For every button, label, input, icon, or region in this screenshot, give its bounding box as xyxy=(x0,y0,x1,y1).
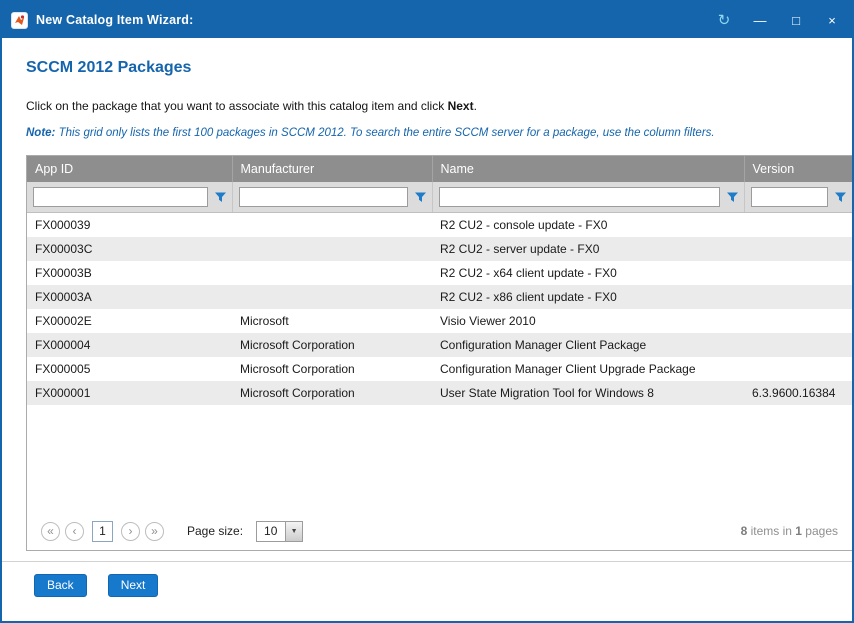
cell-manufacturer xyxy=(232,213,432,237)
table-row[interactable]: FX000004 Microsoft Corporation Configura… xyxy=(27,333,852,357)
table-row[interactable]: FX000039 R2 CU2 - console update - FX0 xyxy=(27,213,852,237)
instruction-suffix: . xyxy=(474,99,477,113)
cell-version xyxy=(744,261,852,285)
filter-funnel-icon[interactable] xyxy=(726,191,739,204)
pager-first-button[interactable]: « xyxy=(41,522,60,541)
cell-version xyxy=(744,213,852,237)
page-size-value: 10 xyxy=(257,522,285,541)
next-button[interactable]: Next xyxy=(108,574,159,597)
table-row[interactable]: FX00003B R2 CU2 - x64 client update - FX… xyxy=(27,261,852,285)
table-row[interactable]: FX000001 Microsoft Corporation User Stat… xyxy=(27,381,852,405)
column-header-name[interactable]: Name xyxy=(432,156,744,182)
table-row[interactable]: FX000005 Microsoft Corporation Configura… xyxy=(27,357,852,381)
grid-filter-row xyxy=(27,182,852,213)
cell-name: User State Migration Tool for Windows 8 xyxy=(432,381,744,405)
window-controls: ↻ — □ × xyxy=(716,13,840,28)
pager: « ‹ 1 › » Page size: 10 ▼ 8 items in 1 p… xyxy=(27,512,852,550)
cell-version xyxy=(744,309,852,333)
cell-manufacturer: Microsoft Corporation xyxy=(232,333,432,357)
cell-version xyxy=(744,237,852,261)
cell-name: Configuration Manager Client Upgrade Pac… xyxy=(432,357,744,381)
note-label: Note: xyxy=(26,127,55,139)
cell-appid: FX00003A xyxy=(27,285,232,309)
titlebar: New Catalog Item Wizard: ↻ — □ × xyxy=(2,2,852,38)
grid-empty-area xyxy=(27,405,852,513)
table-row[interactable]: FX00003A R2 CU2 - x86 client update - FX… xyxy=(27,285,852,309)
cell-name: R2 CU2 - console update - FX0 xyxy=(432,213,744,237)
table-row[interactable]: FX00003C R2 CU2 - server update - FX0 xyxy=(27,237,852,261)
cell-manufacturer: Microsoft Corporation xyxy=(232,381,432,405)
cell-manufacturer: Microsoft Corporation xyxy=(232,357,432,381)
cell-name: Visio Viewer 2010 xyxy=(432,309,744,333)
cell-manufacturer xyxy=(232,285,432,309)
cell-appid: FX00003C xyxy=(27,237,232,261)
close-icon[interactable]: × xyxy=(824,14,840,27)
instruction-bold: Next xyxy=(448,99,474,113)
items-infix: items in xyxy=(747,524,795,538)
pager-last-button[interactable]: » xyxy=(145,522,164,541)
maximize-icon[interactable]: □ xyxy=(788,14,804,27)
cell-name: R2 CU2 - server update - FX0 xyxy=(432,237,744,261)
cell-version: 6.3.9600.16384 xyxy=(744,381,852,405)
cell-version xyxy=(744,285,852,309)
cell-name: Configuration Manager Client Package xyxy=(432,333,744,357)
pages-count: 1 xyxy=(795,524,802,538)
pager-current-page[interactable]: 1 xyxy=(92,521,113,542)
refresh-icon[interactable]: ↻ xyxy=(716,13,732,28)
chevron-down-icon[interactable]: ▼ xyxy=(285,522,302,541)
instruction-prefix: Click on the package that you want to as… xyxy=(26,99,448,113)
cell-appid: FX00002E xyxy=(27,309,232,333)
note-body: This grid only lists the first 100 packa… xyxy=(55,127,714,139)
page-title: SCCM 2012 Packages xyxy=(26,59,828,77)
column-header-manufacturer[interactable]: Manufacturer xyxy=(232,156,432,182)
packages-grid: App ID Manufacturer Name Version xyxy=(26,155,852,551)
cell-manufacturer: Microsoft xyxy=(232,309,432,333)
cell-manufacturer xyxy=(232,237,432,261)
wizard-window: New Catalog Item Wizard: ↻ — □ × SCCM 20… xyxy=(0,0,854,623)
cell-name: R2 CU2 - x64 client update - FX0 xyxy=(432,261,744,285)
table-row[interactable]: FX00002E Microsoft Visio Viewer 2010 xyxy=(27,309,852,333)
cell-name: R2 CU2 - x86 client update - FX0 xyxy=(432,285,744,309)
cell-appid: FX000039 xyxy=(27,213,232,237)
filter-input-appid[interactable] xyxy=(33,187,208,207)
cell-version xyxy=(744,357,852,381)
filter-input-manufacturer[interactable] xyxy=(239,187,408,207)
column-header-appid[interactable]: App ID xyxy=(27,156,232,182)
packages-table: App ID Manufacturer Name Version xyxy=(27,156,852,405)
pager-info: 8 items in 1 pages xyxy=(741,524,838,538)
page-size-dropdown[interactable]: 10 ▼ xyxy=(256,521,303,542)
filter-input-version[interactable] xyxy=(751,187,829,207)
minimize-icon[interactable]: — xyxy=(752,14,768,27)
filter-funnel-icon[interactable] xyxy=(414,191,427,204)
filter-funnel-icon[interactable] xyxy=(834,191,847,204)
instruction-text: Click on the package that you want to as… xyxy=(26,99,828,113)
filter-funnel-icon[interactable] xyxy=(214,191,227,204)
cell-appid: FX000004 xyxy=(27,333,232,357)
pager-prev-button[interactable]: ‹ xyxy=(65,522,84,541)
page-size-label: Page size: xyxy=(187,524,243,538)
cell-appid: FX000005 xyxy=(27,357,232,381)
pager-next-button[interactable]: › xyxy=(121,522,140,541)
column-header-version[interactable]: Version xyxy=(744,156,852,182)
window-title: New Catalog Item Wizard: xyxy=(36,13,194,27)
cell-appid: FX000001 xyxy=(27,381,232,405)
back-button[interactable]: Back xyxy=(34,574,87,597)
filter-input-name[interactable] xyxy=(439,187,720,207)
wizard-content: SCCM 2012 Packages Click on the package … xyxy=(2,38,852,621)
cell-appid: FX00003B xyxy=(27,261,232,285)
footer-buttons: Back Next xyxy=(2,562,852,597)
cell-manufacturer xyxy=(232,261,432,285)
cell-version xyxy=(744,333,852,357)
note-text: Note: This grid only lists the first 100… xyxy=(26,127,828,139)
grid-header-row: App ID Manufacturer Name Version xyxy=(27,156,852,182)
pages-suffix: pages xyxy=(802,524,838,538)
app-icon xyxy=(11,12,28,29)
